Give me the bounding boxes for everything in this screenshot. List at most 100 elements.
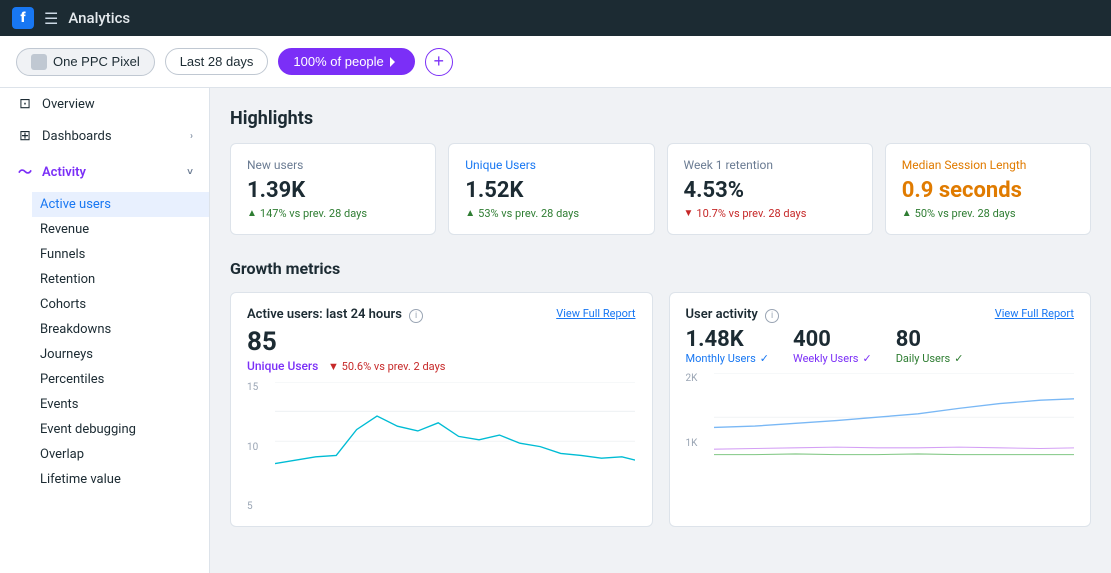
y-label-10: 10: [247, 442, 271, 453]
y-label-15: 15: [247, 382, 271, 393]
retention-label: Retention: [40, 272, 95, 287]
active-users-chart: 15 10 5: [247, 382, 636, 512]
add-filter-button[interactable]: +: [425, 48, 453, 76]
active-users-view-full[interactable]: View Full Report: [556, 307, 635, 320]
sidebar-item-overview[interactable]: ⊡ Overview: [0, 88, 209, 120]
date-label: Last 28 days: [180, 54, 254, 69]
user-activity-stats: 1.48K Monthly Users ✓ 400 Weekly Users ✓…: [686, 327, 1075, 365]
growth-title: Growth metrics: [230, 259, 1091, 278]
unique-users-value: 1.52K: [465, 178, 637, 203]
highlight-unique-users: Unique Users 1.52K ▲ 53% vs prev. 28 day…: [448, 143, 654, 235]
sidebar-item-active-users[interactable]: Active users: [32, 192, 209, 217]
retention-delta: ▼ 10.7% vs prev. 28 days: [684, 207, 856, 220]
pixel-filter-button[interactable]: One PPC Pixel: [16, 48, 155, 76]
cohorts-label: Cohorts: [40, 297, 86, 312]
session-length-value: 0.9 seconds: [902, 178, 1074, 203]
retention-delta-pct: 10.7% vs prev. 28 days: [696, 207, 806, 220]
sidebar-item-revenue[interactable]: Revenue: [32, 217, 209, 242]
event-debugging-label: Event debugging: [40, 422, 136, 437]
user-activity-header: User activity i View Full Report: [686, 307, 1075, 323]
info-icon[interactable]: i: [409, 309, 423, 323]
user-activity-card-title: User activity: [686, 307, 758, 322]
sidebar-item-events[interactable]: Events: [32, 392, 209, 417]
sidebar-label-activity: Activity: [42, 165, 86, 180]
breakdowns-label: Breakdowns: [40, 322, 111, 337]
sidebar-item-breakdowns[interactable]: Breakdowns: [32, 317, 209, 342]
active-users-svg: [275, 382, 635, 470]
main-content: Highlights New users 1.39K ▲ 147% vs pre…: [210, 88, 1111, 573]
active-users-header: Active users: last 24 hours i View Full …: [247, 307, 636, 323]
unique-users-delta: ▲ 53% vs prev. 28 days: [465, 207, 637, 220]
active-users-value: 85: [247, 327, 636, 357]
new-users-label: New users: [247, 158, 419, 172]
down-arrow-icon: ▼: [684, 208, 694, 219]
user-activity-view-full[interactable]: View Full Report: [995, 307, 1074, 320]
journeys-label: Journeys: [40, 347, 93, 362]
activity-icon: 〜: [16, 162, 34, 182]
new-users-delta-pct: 147% vs prev. 28 days: [260, 207, 367, 220]
highlight-session-length: Median Session Length 0.9 seconds ▲ 50% …: [885, 143, 1091, 235]
monthly-value: 1.48K: [686, 327, 769, 352]
highlight-new-users: New users 1.39K ▲ 147% vs prev. 28 days: [230, 143, 436, 235]
unique-users-label: Unique Users: [465, 158, 637, 172]
sidebar-item-journeys[interactable]: Journeys: [32, 342, 209, 367]
hamburger-icon[interactable]: ☰: [44, 9, 58, 28]
active-users-sub: Unique Users ▼ 50.6% vs prev. 2 days: [247, 359, 636, 374]
sidebar-label-overview: Overview: [42, 97, 95, 112]
sidebar-item-percentiles[interactable]: Percentiles: [32, 367, 209, 392]
active-users-card-title: Active users: last 24 hours: [247, 307, 402, 322]
daily-label: Daily Users ✓: [896, 352, 964, 365]
sidebar-item-overlap[interactable]: Overlap: [32, 442, 209, 467]
session-length-label: Median Session Length: [902, 158, 1074, 172]
highlight-retention: Week 1 retention 4.53% ▼ 10.7% vs prev. …: [667, 143, 873, 235]
monthly-stat: 1.48K Monthly Users ✓: [686, 327, 769, 365]
chart-y-labels: 15 10 5: [247, 382, 271, 512]
sidebar-item-cohorts[interactable]: Cohorts: [32, 292, 209, 317]
sidebar-item-lifetime-value[interactable]: Lifetime value: [32, 467, 209, 492]
sidebar-item-activity[interactable]: 〜 Activity ˅: [0, 152, 209, 190]
pixel-label: One PPC Pixel: [53, 54, 140, 69]
growth-grid: Active users: last 24 hours i View Full …: [230, 292, 1091, 527]
info-icon2[interactable]: i: [765, 309, 779, 323]
daily-value: 80: [896, 327, 964, 352]
fb-logo: f: [12, 7, 34, 29]
filterbar: One PPC Pixel Last 28 days 100% of peopl…: [0, 36, 1111, 88]
ua-chart-y-labels: 2K 1K: [686, 373, 710, 503]
sidebar-item-retention[interactable]: Retention: [32, 267, 209, 292]
people-filter-button[interactable]: 100% of people: [278, 48, 414, 75]
user-activity-chart: 2K 1K: [686, 373, 1075, 503]
active-users-delta: ▼ 50.6% vs prev. 2 days: [328, 360, 445, 373]
weekly-check: ✓: [862, 352, 871, 365]
retention-label: Week 1 retention: [684, 158, 856, 172]
weekly-stat: 400 Weekly Users ✓: [793, 327, 872, 365]
daily-check: ✓: [954, 352, 963, 365]
user-activity-title-group: User activity i: [686, 307, 780, 323]
sidebar-item-event-debugging[interactable]: Event debugging: [32, 417, 209, 442]
up-arrow-icon2: ▲: [465, 208, 475, 219]
active-users-card: Active users: last 24 hours i View Full …: [230, 292, 653, 527]
chevron-down-icon: [390, 57, 400, 67]
sidebar-item-funnels[interactable]: Funnels: [32, 242, 209, 267]
new-users-value: 1.39K: [247, 178, 419, 203]
daily-stat: 80 Daily Users ✓: [896, 327, 964, 365]
percentiles-label: Percentiles: [40, 372, 104, 387]
retention-value: 4.53%: [684, 178, 856, 203]
session-length-delta: ▲ 50% vs prev. 28 days: [902, 207, 1074, 220]
sidebar: ⊡ Overview ⊞ Dashboards › 〜 Activity ˅ A…: [0, 88, 210, 573]
app-title: Analytics: [68, 9, 130, 27]
people-label: 100% of people: [293, 54, 383, 69]
lifetime-value-label: Lifetime value: [40, 472, 121, 487]
new-users-delta: ▲ 147% vs prev. 28 days: [247, 207, 419, 220]
sidebar-sub-activity: Active users Revenue Funnels Retention C…: [0, 190, 209, 494]
highlights-grid: New users 1.39K ▲ 147% vs prev. 28 days …: [230, 143, 1091, 235]
chevron-down-icon: ˅: [187, 167, 193, 178]
pixel-icon: [31, 54, 47, 70]
up-arrow-icon3: ▲: [902, 208, 912, 219]
ua-y-label-1k: 1K: [686, 438, 710, 449]
session-length-delta-pct: 50% vs prev. 28 days: [915, 207, 1016, 220]
sidebar-item-dashboards[interactable]: ⊞ Dashboards ›: [0, 120, 209, 152]
monthly-check: ✓: [760, 352, 769, 365]
revenue-label: Revenue: [40, 222, 89, 237]
active-users-label: Active users: [40, 197, 111, 212]
date-filter-button[interactable]: Last 28 days: [165, 48, 269, 75]
